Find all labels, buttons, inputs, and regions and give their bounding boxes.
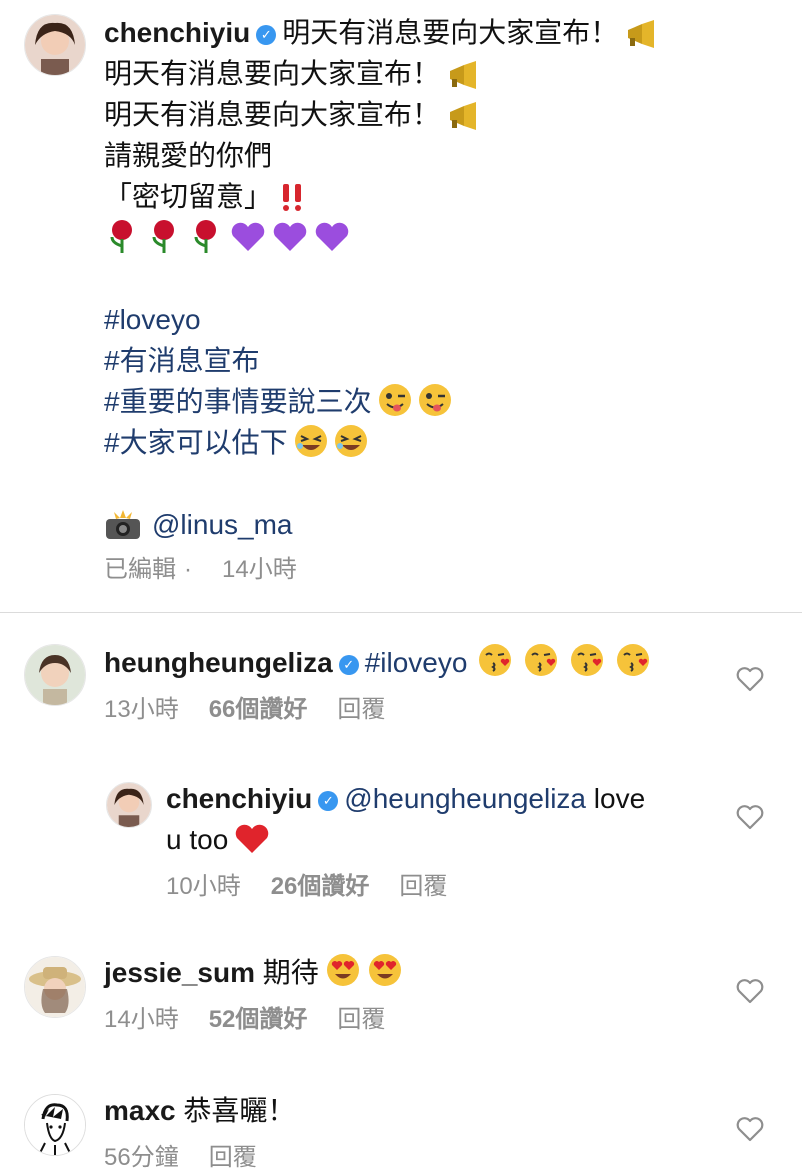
kissing-face-icon [569,642,605,678]
winking-tongue-face-icon [378,383,412,417]
comment-time: 13小時 [104,696,179,723]
reply-button[interactable]: 回覆 [337,696,385,723]
caption-username[interactable]: chenchiyiu [104,17,250,48]
rolling-laughing-face-icon [294,424,328,458]
caption-time: 14小時 [222,556,297,583]
purple-heart-icon [230,221,266,253]
comment-text: 期待 [262,957,319,988]
reply-button[interactable]: 回覆 [399,873,447,900]
kissing-face-icon [477,642,513,678]
caption-line-4: 請親愛的你們 [104,140,273,171]
comment-time: 56分鐘 [104,1144,179,1171]
comment-avatar[interactable] [24,956,86,1018]
hashtag-link[interactable]: #有消息宣布 [104,340,658,381]
megaphone-icon [624,20,658,48]
likes-count[interactable]: 52個讚好 [209,1006,308,1033]
heart-eyes-face-icon [325,952,361,988]
heart-outline-icon[interactable] [736,666,764,692]
rose-icon [104,219,140,253]
rose-icon [188,219,224,253]
caption-avatar[interactable] [24,14,86,76]
camera-flash-icon [104,510,142,540]
hashtag-link[interactable]: #loveyo [104,299,658,340]
comment-text: u too [166,824,229,855]
comment-avatar[interactable] [24,644,86,706]
emoji-row [104,217,658,258]
double-exclamation-icon [278,182,308,212]
heart-outline-icon[interactable] [736,1116,764,1142]
rolling-laughing-face-icon [334,424,368,458]
comment-username[interactable]: chenchiyiu [166,783,312,814]
megaphone-icon [446,61,480,89]
comment-3: jessie_sum 期待 14小時 52個讚好 回覆 [104,952,415,1034]
comment-username[interactable]: jessie_sum [104,957,255,988]
verified-badge-icon: ✓ [338,655,359,675]
kissing-face-icon [615,642,651,678]
reply-button[interactable]: 回覆 [209,1144,257,1171]
photo-credit-mention[interactable]: @linus_ma [152,509,292,540]
comment-avatar[interactable] [24,1094,86,1156]
reply-button[interactable]: 回覆 [337,1006,385,1033]
purple-heart-icon [314,221,350,253]
hashtag-link[interactable]: #大家可以估下 [104,427,288,458]
kissing-face-icon [523,642,559,678]
comment-4: maxc 恭喜曬！ 56分鐘 回覆 [104,1090,295,1172]
comment-1: heungheungeliza ✓ #iloveyo 13小時 66個讚好 回覆 [104,642,651,724]
winking-tongue-face-icon [418,383,452,417]
purple-heart-icon [272,221,308,253]
divider [0,612,802,613]
caption-line-1: 明天有消息要向大家宣布！ [282,17,619,48]
hashtag-link[interactable]: #重要的事情要說三次 [104,386,372,417]
red-heart-icon [234,823,270,855]
heart-outline-icon[interactable] [736,804,764,830]
rose-icon [146,219,182,253]
comment-username[interactable]: heungheungeliza [104,647,333,678]
caption-line-2: 明天有消息要向大家宣布！ [104,58,441,89]
verified-badge-icon: ✓ [318,791,339,811]
comment-text: love [593,783,646,814]
heart-outline-icon[interactable] [736,978,764,1004]
likes-count[interactable]: 26個讚好 [271,873,370,900]
likes-count[interactable]: 66個讚好 [209,696,308,723]
comment-time: 14小時 [104,1006,179,1033]
comment-time: 10小時 [166,873,241,900]
verified-badge-icon: ✓ [256,25,277,45]
caption-body: chenchiyiu ✓ 明天有消息要向大家宣布！ 明天有消息要向大家宣布！ 明天有… [104,12,658,584]
caption-line-3: 明天有消息要向大家宣布！ [104,99,441,130]
comment-text: 恭喜曬！ [183,1095,296,1126]
reply-avatar[interactable] [106,782,152,828]
caption-line-5: 「密切留意」 [104,181,273,212]
comment-hashtag[interactable]: #iloveyo [365,647,468,678]
megaphone-icon [446,102,480,130]
edited-label: 已編輯 [104,556,176,583]
mention-link[interactable]: @heungheungeliza [344,783,586,814]
heart-eyes-face-icon [367,952,403,988]
comment-username[interactable]: maxc [104,1095,176,1126]
comment-2: chenchiyiu ✓ @heungheungeliza love u too 1… [166,778,645,901]
